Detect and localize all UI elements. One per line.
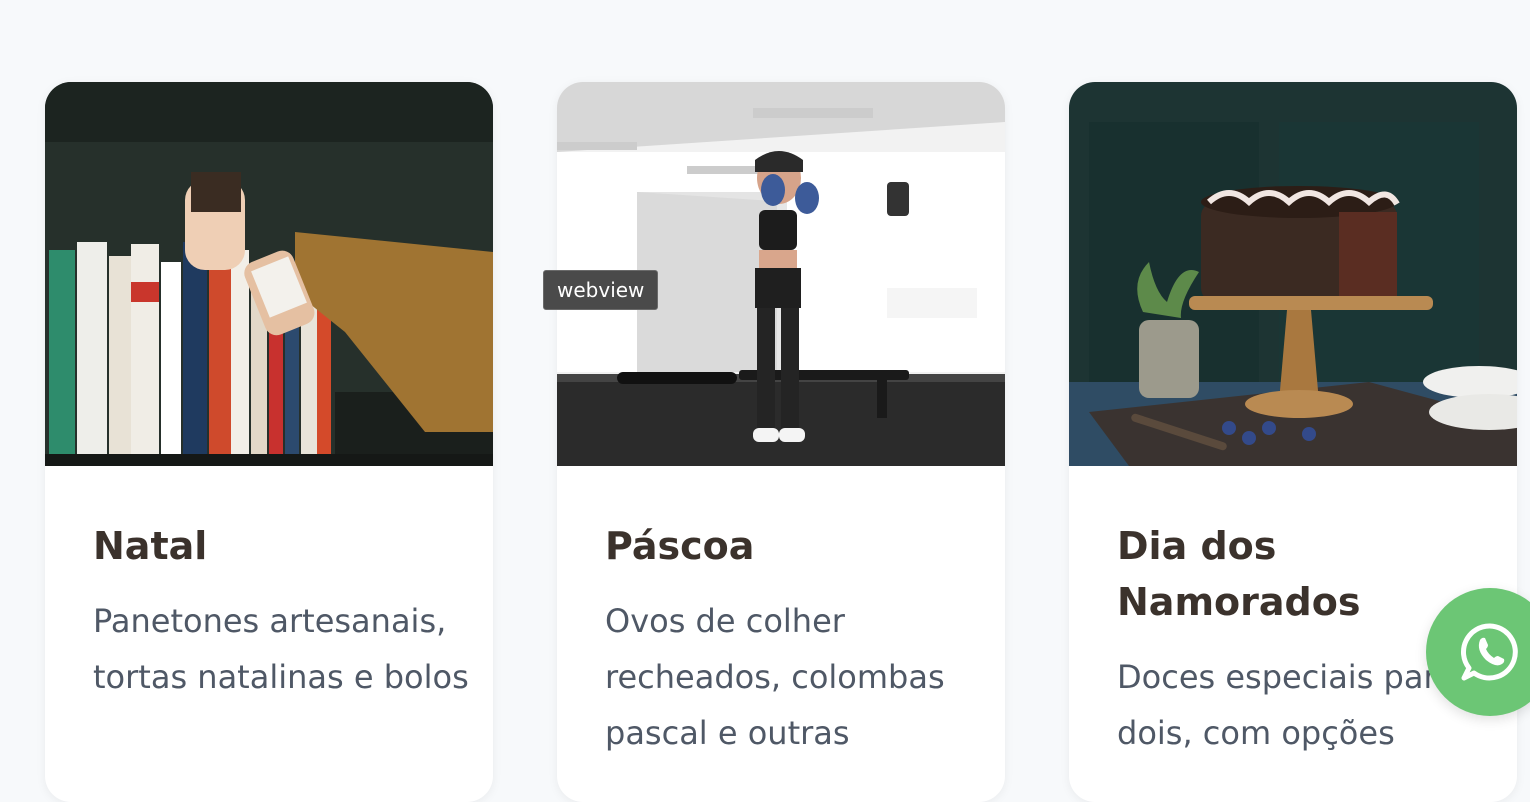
card-title: Páscoa <box>605 524 755 568</box>
webview-tooltip: webview <box>543 270 659 310</box>
card-title: Dia dos Namorados <box>1117 524 1361 624</box>
card-image-natal <box>45 82 493 466</box>
card-description: Ovos de colher recheados, colombas pasca… <box>605 602 945 752</box>
card-title: Natal <box>93 524 208 568</box>
card-pascoa[interactable]: Páscoa Ovos de colher recheados, colomba… <box>557 82 1005 802</box>
card-image-dia-dos-namorados <box>1069 82 1517 466</box>
whatsapp-icon <box>1460 623 1518 681</box>
card-natal[interactable]: Natal Panetones artesanais, tortas natal… <box>45 82 493 802</box>
card-description: Panetones artesanais, tortas natalinas e… <box>93 602 469 696</box>
